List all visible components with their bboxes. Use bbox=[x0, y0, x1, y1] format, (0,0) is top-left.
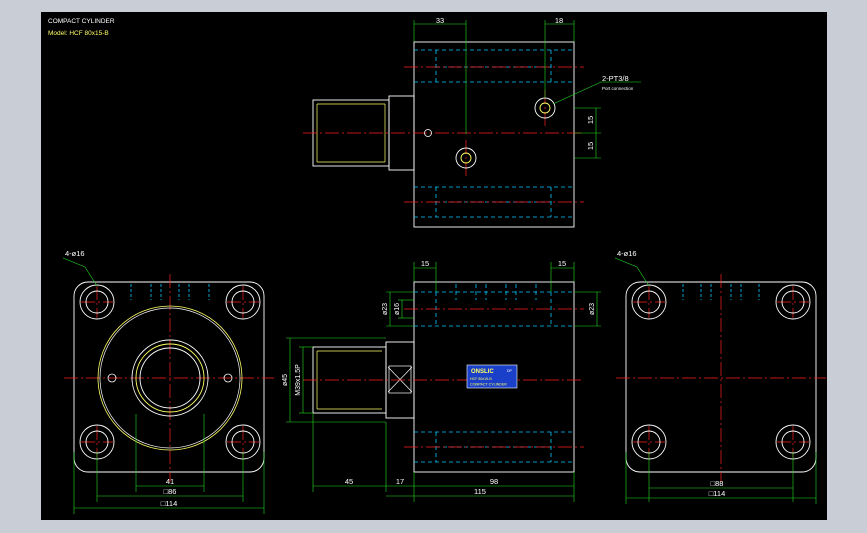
dim-86: □86 bbox=[164, 487, 177, 496]
front-view: 4-ø16 41 □86 □114 bbox=[62, 249, 274, 514]
top-body-outline bbox=[413, 41, 575, 228]
back-view: 4-ø16 □88 □114 bbox=[614, 249, 826, 504]
nameplate-brand-suffix: DP bbox=[507, 369, 513, 373]
dim-98: 98 bbox=[490, 477, 498, 486]
drawing-title: COMPACT CYLINDER bbox=[48, 18, 115, 25]
dim-15-right: 15 bbox=[558, 259, 566, 268]
nameplate-model: HCF 80x15-B bbox=[470, 377, 492, 381]
dim-15-left: 15 bbox=[421, 259, 429, 268]
back-flange bbox=[625, 281, 817, 473]
technical-drawing: COMPACT CYLINDER Model: HCF 80x15-B 33 1… bbox=[48, 16, 826, 514]
dim-45: 45 bbox=[345, 477, 353, 486]
dim-15-upper: 15 bbox=[586, 116, 595, 124]
dim-15-lower: 15 bbox=[586, 142, 595, 150]
top-view: 33 18 2-PT3/8 Port connection 15 15 bbox=[303, 16, 641, 228]
drawing-canvas[interactable]: COMPACT CYLINDER Model: HCF 80x15-B 33 1… bbox=[41, 12, 827, 520]
dim-33: 33 bbox=[436, 16, 444, 25]
nameplate-brand: ONSLIC bbox=[471, 369, 494, 375]
dim-18: 18 bbox=[555, 16, 563, 25]
nameplate-desc: COMPACT CYLINDER bbox=[470, 383, 507, 387]
dim-115: 115 bbox=[474, 487, 486, 496]
dim-17: 17 bbox=[396, 477, 404, 486]
dim-thread: M39x1.5P bbox=[295, 364, 302, 396]
dim-114-front: □114 bbox=[161, 499, 178, 508]
dim-phi45: ø45 bbox=[282, 374, 289, 386]
cad-viewport[interactable]: COMPACT CYLINDER Model: HCF 80x15-B 33 1… bbox=[0, 0, 867, 533]
dim-phi23-left: ø23 bbox=[382, 303, 389, 315]
dim-phi23-right: ø23 bbox=[589, 303, 596, 315]
dim-114-back: □114 bbox=[709, 489, 726, 498]
dim-88: □88 bbox=[711, 479, 724, 488]
dim-41: 41 bbox=[166, 477, 174, 486]
front-holes-callout: 4-ø16 bbox=[65, 249, 85, 258]
port-callout-sub: Port connection bbox=[602, 86, 634, 91]
side-view: ONSLIC DP HCF 80x15-B COMPACT CYLINDER 1… bbox=[282, 259, 601, 502]
port-callout: 2-PT3/8 bbox=[602, 74, 629, 83]
dim-phi16: ø16 bbox=[394, 303, 401, 315]
model-label: Model: HCF 80x15-B bbox=[48, 30, 109, 37]
back-holes-callout: 4-ø16 bbox=[617, 249, 637, 258]
